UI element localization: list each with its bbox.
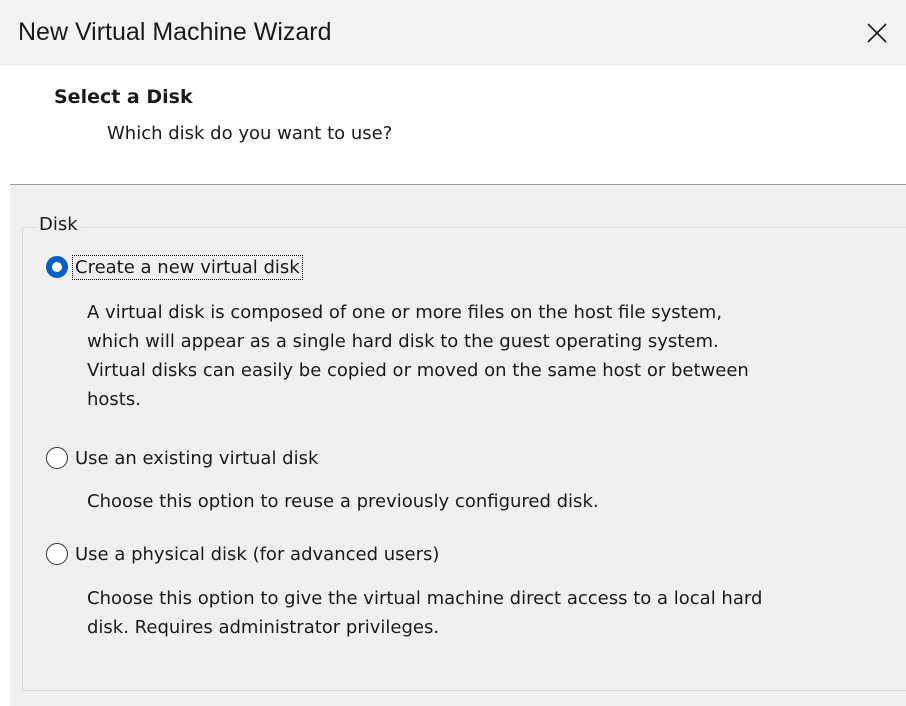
description-line: Choose this option to reuse a previously…: [87, 491, 599, 512]
option-use-physical-disk[interactable]: Use a physical disk (for advanced users): [46, 543, 440, 565]
close-button[interactable]: [854, 10, 900, 56]
new-vm-wizard-window: New Virtual Machine Wizard Select a Disk…: [0, 0, 906, 706]
window-title: New Virtual Machine Wizard: [18, 18, 332, 46]
option-label: Use an existing virtual disk: [75, 447, 319, 469]
description-line: which will appear as a single hard disk …: [87, 331, 719, 352]
option-label: Create a new virtual disk: [72, 254, 303, 280]
description-line: Choose this option to give the virtual m…: [87, 588, 763, 609]
option-description: A virtual disk is composed of one or mor…: [87, 298, 877, 414]
page-subtitle: Which disk do you want to use?: [107, 123, 393, 144]
option-use-existing-disk[interactable]: Use an existing virtual disk: [46, 447, 319, 469]
description-line: hosts.: [87, 389, 141, 410]
option-description: Choose this option to give the virtual m…: [87, 584, 877, 642]
description-line: A virtual disk is composed of one or mor…: [87, 302, 723, 323]
disk-group-legend: Disk: [36, 214, 81, 235]
description-line: disk. Requires administrator privileges.: [87, 617, 440, 638]
option-description: Choose this option to reuse a previously…: [87, 487, 877, 516]
option-create-new-disk[interactable]: Create a new virtual disk: [46, 254, 303, 280]
radio-use-existing-disk[interactable]: [46, 447, 68, 469]
option-label: Use a physical disk (for advanced users): [75, 543, 440, 565]
radio-use-physical-disk[interactable]: [46, 543, 68, 565]
wizard-header: Select a Disk Which disk do you want to …: [10, 66, 906, 184]
page-title: Select a Disk: [54, 86, 193, 108]
radio-create-new-disk[interactable]: [46, 256, 68, 278]
description-line: Virtual disks can easily be copied or mo…: [87, 360, 749, 381]
wizard-body: Disk Create a new virtual disk A virtual…: [10, 185, 906, 706]
close-icon: [867, 23, 887, 43]
title-bar: New Virtual Machine Wizard: [0, 0, 906, 66]
